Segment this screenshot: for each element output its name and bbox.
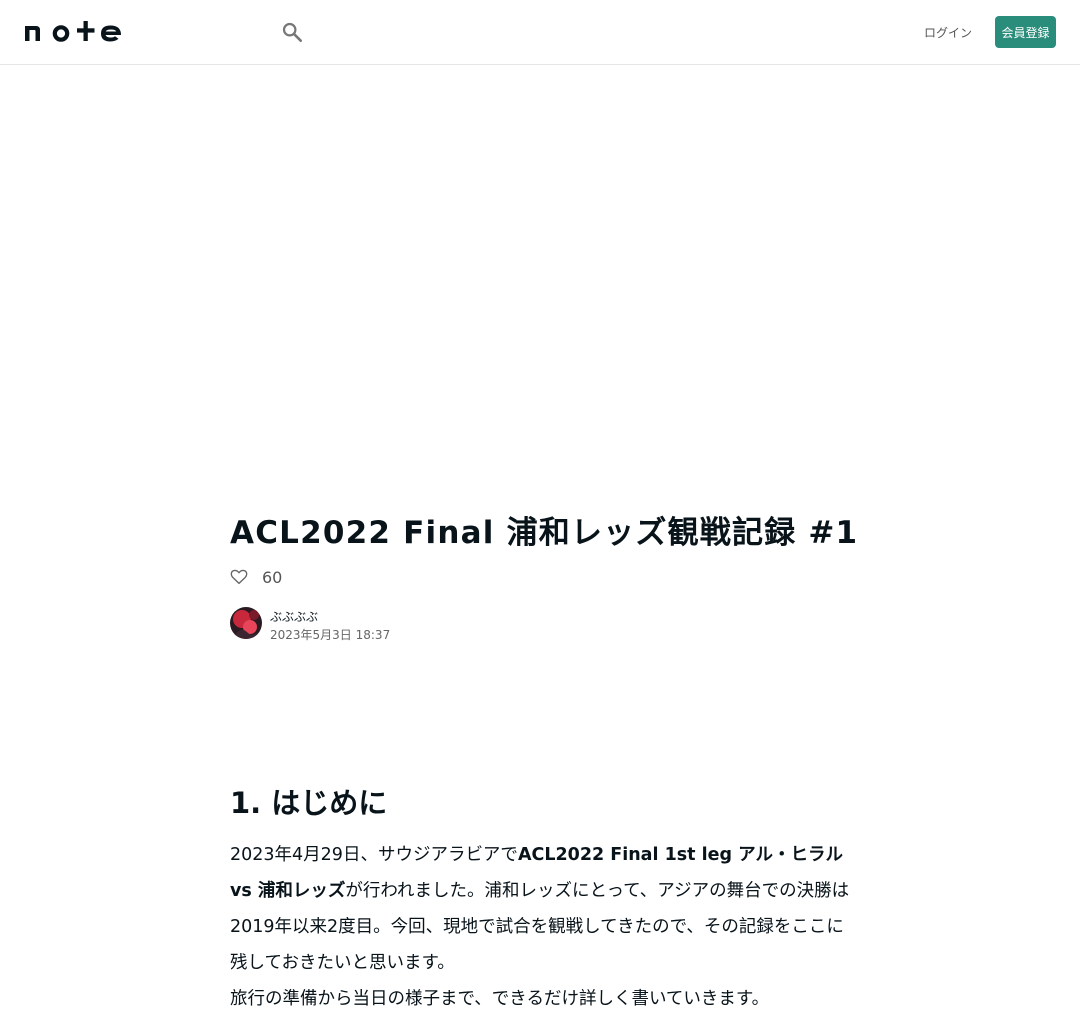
- like-section: 60: [230, 566, 282, 588]
- article-title: ACL2022 Final 浦和レッズ観戦記録 #1: [230, 515, 859, 551]
- second-paragraph: 旅行の準備から当日の様子まで、できるだけ詳しく書いていきます。: [230, 989, 770, 1009]
- intro-paragraph: 2023年4月29日、サウジアラビアでACL2022 Final 1st leg…: [230, 837, 860, 981]
- paragraph-text: 2023年4月29日、サウジアラビアで: [230, 845, 518, 865]
- author-name[interactable]: ぶぶぶぶ: [270, 608, 318, 625]
- signup-button[interactable]: 会員登録: [995, 16, 1056, 48]
- heart-icon[interactable]: [230, 568, 248, 586]
- avatar[interactable]: [230, 607, 262, 639]
- search-icon[interactable]: [281, 21, 303, 43]
- note-logo[interactable]: [24, 20, 122, 42]
- like-count: 60: [262, 567, 283, 587]
- site-header: ログイン 会員登録: [0, 0, 1080, 65]
- section-heading: 1. はじめに: [230, 786, 388, 820]
- post-date: 2023年5月3日 18:37: [270, 628, 391, 642]
- login-link[interactable]: ログイン: [922, 16, 974, 48]
